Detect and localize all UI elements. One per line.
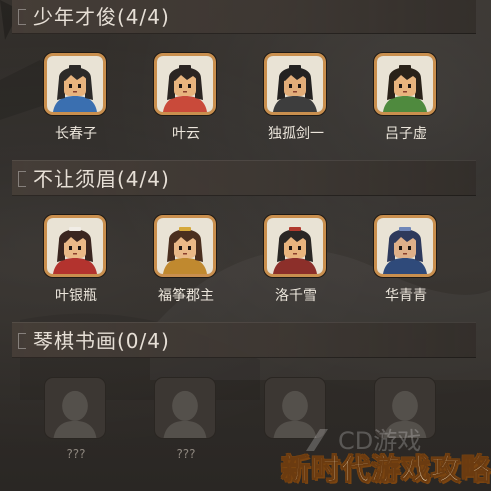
mouth-shape	[403, 253, 407, 255]
eye-shape	[78, 84, 81, 88]
hero-portrait	[154, 53, 216, 115]
hero-card[interactable]: 洛千雪	[253, 215, 339, 315]
eye-shape	[298, 84, 301, 88]
hero-portrait	[154, 377, 216, 439]
silhouette-head	[62, 390, 88, 421]
hair-accessory-shape	[179, 65, 191, 69]
mouth-shape	[73, 253, 77, 255]
hero-card[interactable]: 吕子虚	[363, 53, 449, 153]
silhouette-head	[392, 390, 418, 421]
hero-name: ???	[176, 447, 196, 461]
locked-hero-card[interactable]: ???	[33, 377, 119, 477]
hero-name: 洛千雪	[275, 288, 317, 304]
eye-shape	[399, 84, 402, 88]
header-notch-icon	[18, 171, 26, 187]
hero-card[interactable]: 华青青	[363, 215, 449, 315]
hero-portrait	[264, 53, 326, 115]
hero-portrait	[44, 215, 106, 277]
section-header-2: 不让须眉(4/4)	[12, 160, 476, 196]
silhouette-body	[53, 420, 97, 438]
hero-portrait	[264, 215, 326, 277]
section-title: 少年才俊(4/4)	[33, 5, 170, 29]
section-title: 不让须眉(4/4)	[33, 167, 170, 191]
hero-card[interactable]: 叶银瓶	[33, 215, 119, 315]
header-notch-icon	[18, 333, 26, 349]
eye-shape	[188, 246, 191, 250]
silhouette-head	[282, 390, 308, 421]
hero-portrait	[44, 377, 106, 439]
header-notch-icon	[18, 9, 26, 25]
eye-shape	[179, 246, 182, 250]
section-title: 琴棋书画(0/4)	[33, 329, 170, 353]
hair-accessory-shape	[399, 227, 411, 231]
mouth-shape	[293, 253, 297, 255]
hair-accessory-shape	[69, 65, 81, 69]
eye-shape	[289, 84, 292, 88]
hero-name: 独孤剑一	[268, 126, 324, 142]
mouth-shape	[403, 91, 407, 93]
eye-shape	[399, 246, 402, 250]
eye-shape	[408, 84, 411, 88]
eye-shape	[69, 84, 72, 88]
eye-shape	[179, 84, 182, 88]
mouth-shape	[73, 91, 77, 93]
hero-card[interactable]: 叶云	[143, 53, 229, 153]
hair-accessory-shape	[69, 227, 81, 231]
mouth-shape	[183, 253, 187, 255]
eye-shape	[408, 246, 411, 250]
hero-portrait	[374, 53, 436, 115]
hair-accessory-shape	[179, 227, 191, 231]
hero-name: 长春子	[55, 126, 97, 142]
section-header-1: 少年才俊(4/4)	[12, 0, 476, 34]
hero-name: 福筝郡主	[158, 288, 214, 304]
mouth-shape	[293, 91, 297, 93]
hero-name: 叶银瓶	[55, 288, 97, 304]
hero-name: 华青青	[385, 288, 427, 304]
mouth-shape	[183, 91, 187, 93]
silhouette-head	[172, 390, 198, 421]
eye-shape	[298, 246, 301, 250]
eye-shape	[78, 246, 81, 250]
hero-portrait	[44, 53, 106, 115]
eye-shape	[69, 246, 72, 250]
hero-portrait	[154, 215, 216, 277]
section-header-3: 琴棋书画(0/4)	[12, 322, 476, 358]
hero-card[interactable]: 福筝郡主	[143, 215, 229, 315]
eye-shape	[289, 246, 292, 250]
hero-name: ???	[66, 447, 86, 461]
hair-accessory-shape	[399, 65, 411, 69]
silhouette-body	[163, 420, 207, 438]
hero-card[interactable]: 长春子	[33, 53, 119, 153]
locked-hero-card[interactable]: ???	[143, 377, 229, 477]
hair-accessory-shape	[289, 227, 301, 231]
hero-card[interactable]: 独孤剑一	[253, 53, 339, 153]
eye-shape	[188, 84, 191, 88]
hero-name: 吕子虚	[385, 126, 427, 142]
watermark-text: 新时代游戏攻略	[280, 452, 491, 487]
hero-name: 叶云	[172, 126, 200, 142]
hair-accessory-shape	[289, 65, 301, 69]
hero-portrait	[374, 215, 436, 277]
